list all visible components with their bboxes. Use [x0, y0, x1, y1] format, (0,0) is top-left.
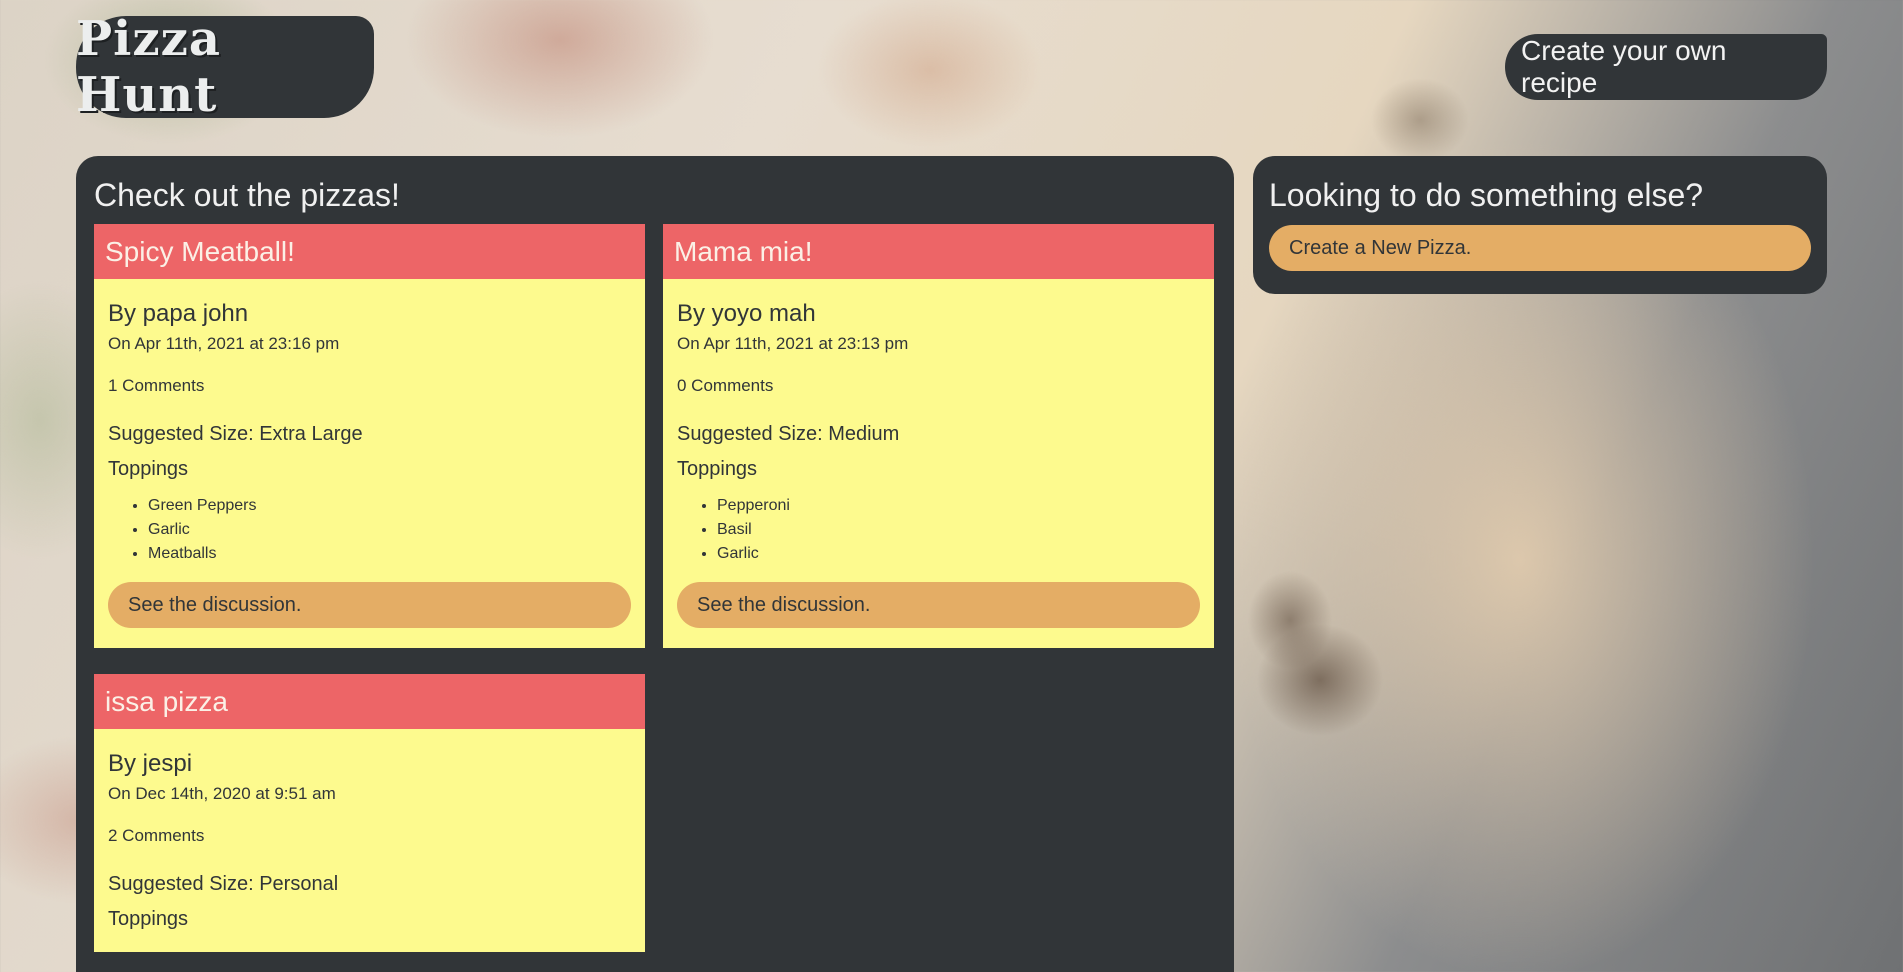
topping-item: Green Peppers — [148, 494, 631, 518]
topping-item: Pepperoni — [717, 494, 1200, 518]
pizza-suggested-size: Suggested Size: Medium — [677, 423, 900, 445]
pizza-card-title: issa pizza — [94, 674, 645, 729]
pizza-card-title: Mama mia! — [663, 224, 1214, 279]
pizza-card-body: By jespi On Dec 14th, 2020 at 9:51 am 2 … — [94, 729, 645, 952]
toppings-label: Toppings — [108, 908, 189, 930]
pizza-author: By papa john — [108, 300, 249, 327]
pizza-suggested-size: Suggested Size: Extra Large — [108, 423, 363, 445]
toppings-label: Toppings — [677, 458, 758, 480]
pizza-comment-count: 0 Comments — [677, 376, 774, 395]
pizza-card-title: Spicy Meatball! — [94, 224, 645, 279]
create-recipe-link[interactable]: Create your own recipe — [1505, 34, 1827, 100]
topping-item: Garlic — [717, 542, 1200, 566]
actions-panel: Looking to do something else? Create a N… — [1253, 156, 1827, 294]
pizza-card: Mama mia! By yoyo mah On Apr 11th, 2021 … — [663, 224, 1214, 648]
brand-title: Pizza Hunt — [76, 11, 221, 123]
pizza-card-body: By papa john On Apr 11th, 2021 at 23:16 … — [94, 279, 645, 648]
actions-heading: Looking to do something else? — [1269, 177, 1704, 213]
topping-item: Meatballs — [148, 542, 631, 566]
pizza-date: On Dec 14th, 2020 at 9:51 am — [108, 784, 336, 803]
pizza-author: By yoyo mah — [677, 300, 816, 327]
create-new-pizza-button[interactable]: Create a New Pizza. — [1269, 225, 1811, 271]
pizza-suggested-size: Suggested Size: Personal — [108, 873, 339, 895]
page: Pizza Hunt Create your own recipe Check … — [0, 0, 1903, 972]
pizza-card: issa pizza By jespi On Dec 14th, 2020 at… — [94, 674, 645, 952]
pizza-comment-count: 1 Comments — [108, 376, 205, 395]
pizza-list-panel: Check out the pizzas! Spicy Meatball! By… — [76, 156, 1234, 972]
topping-item: Garlic — [148, 518, 631, 542]
pizza-card: Spicy Meatball! By papa john On Apr 11th… — [94, 224, 645, 648]
pizza-date: On Apr 11th, 2021 at 23:13 pm — [677, 334, 909, 353]
brand-logo[interactable]: Pizza Hunt — [76, 11, 374, 123]
pizza-list-heading: Check out the pizzas! — [94, 177, 400, 213]
topping-item: Basil — [717, 518, 1200, 542]
toppings-list: Green Peppers Garlic Meatballs — [108, 494, 631, 566]
see-discussion-button[interactable]: See the discussion. — [108, 582, 631, 628]
pizza-date: On Apr 11th, 2021 at 23:16 pm — [108, 334, 340, 353]
pizza-comment-count: 2 Comments — [108, 826, 205, 845]
pizza-author: By jespi — [108, 750, 193, 777]
pizza-card-body: By yoyo mah On Apr 11th, 2021 at 23:13 p… — [663, 279, 1214, 648]
toppings-label: Toppings — [108, 458, 189, 480]
see-discussion-button[interactable]: See the discussion. — [677, 582, 1200, 628]
pizza-card-grid: Spicy Meatball! By papa john On Apr 11th… — [94, 224, 1216, 952]
toppings-list: Pepperoni Basil Garlic — [677, 494, 1200, 566]
